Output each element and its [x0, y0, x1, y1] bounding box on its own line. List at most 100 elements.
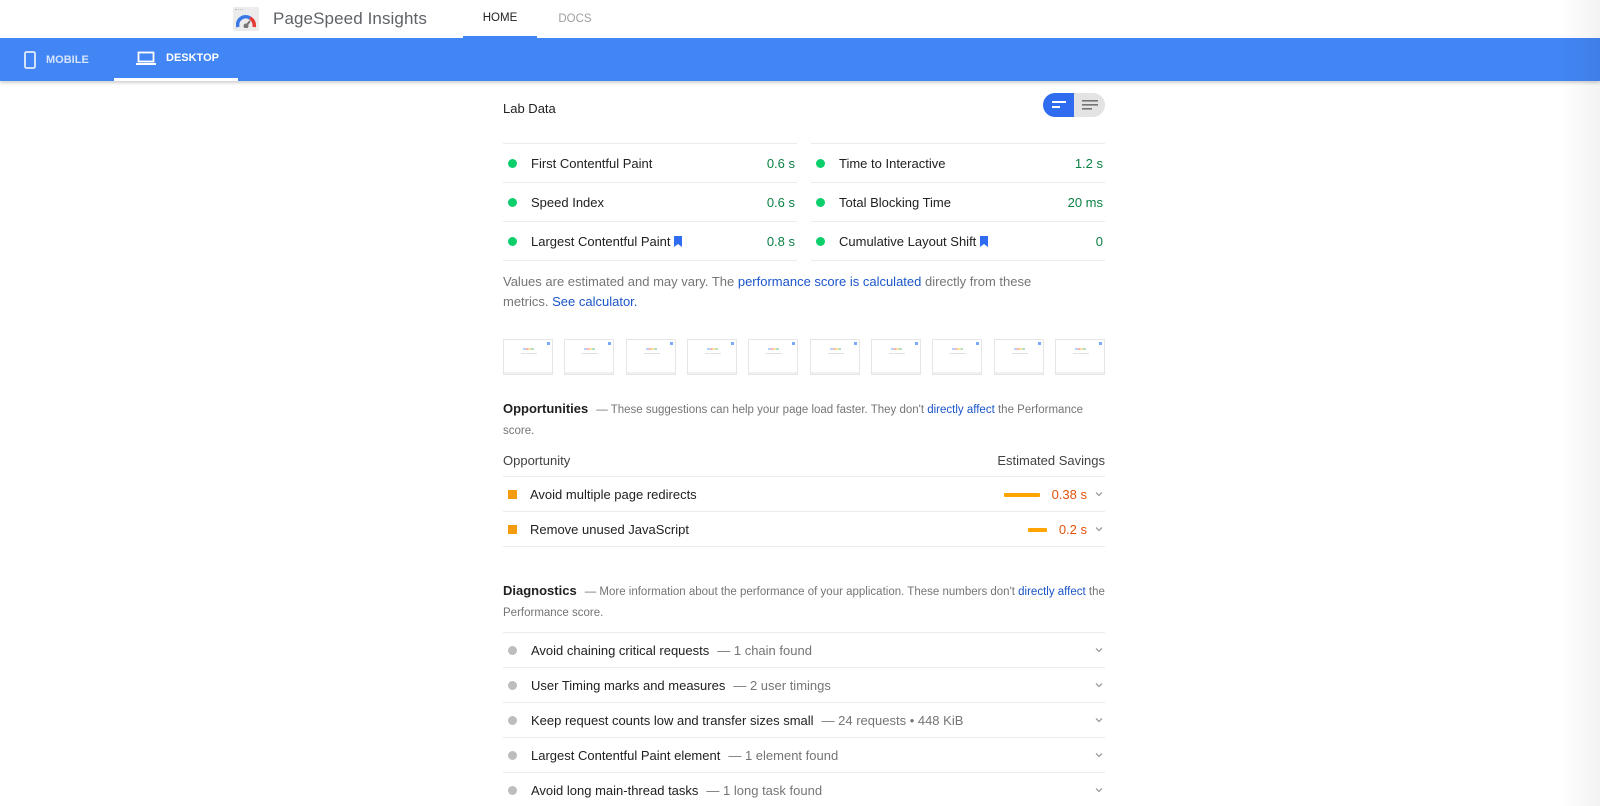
column-opportunity: Opportunity: [503, 453, 571, 468]
diagnostic-detail: — 1 element found: [728, 747, 839, 763]
chevron-down-icon[interactable]: [1094, 680, 1104, 690]
metric-row: Largest Contentful Paint 0.8 s: [503, 222, 797, 261]
diagnostic-label: Avoid chaining critical requests: [531, 642, 710, 658]
filmstrip-frame: [1054, 339, 1105, 375]
metric-label: Cumulative Layout Shift: [839, 233, 977, 249]
diagnostic-row[interactable]: Avoid chaining critical requests — 1 cha…: [503, 633, 1105, 668]
diagnostics-section: Diagnostics — More information about the …: [503, 580, 1105, 806]
metric-label: Speed Index: [531, 194, 605, 210]
pagespeed-logo-icon[interactable]: [233, 7, 259, 31]
informative-status-icon: [508, 750, 517, 760]
pass-status-icon: [508, 158, 517, 168]
bar-view-icon: [1051, 101, 1066, 108]
tab-mobile[interactable]: MOBILE: [24, 38, 114, 81]
lab-data-title: Lab Data: [503, 101, 556, 116]
metric-view-toggle[interactable]: [1043, 93, 1105, 117]
opportunity-label: Remove unused JavaScript: [530, 521, 689, 537]
savings-bar: [1004, 493, 1040, 497]
metric-value: 1.2 s: [1074, 155, 1103, 171]
nav-tab-home[interactable]: HOME: [463, 0, 537, 38]
savings-value: 0.2 s: [1058, 521, 1087, 537]
chevron-down-icon[interactable]: [1094, 785, 1104, 795]
filmstrip-frame: [564, 339, 615, 375]
average-status-icon: [508, 489, 517, 499]
pass-status-icon: [816, 236, 825, 246]
diagnostic-label: Avoid long main-thread tasks: [531, 782, 699, 798]
metric-value: 0.6 s: [766, 155, 795, 171]
chevron-down-icon[interactable]: [1094, 715, 1104, 725]
filmstrip-frame: [870, 339, 921, 375]
tab-mobile-label: MOBILE: [46, 53, 89, 66]
metric-row: Cumulative Layout Shift 0: [811, 222, 1105, 261]
metrics-disclaimer: Values are estimated and may vary. The p…: [503, 272, 1063, 312]
metric-value: 0: [1095, 233, 1103, 249]
tab-desktop[interactable]: DESKTOP: [114, 38, 238, 81]
report-content: Lab Data First Contentful Paint 0.6 s Sp…: [503, 81, 1105, 806]
diagnostics-title: Diagnostics: [503, 583, 577, 598]
informative-status-icon: [508, 715, 517, 725]
page-edge-shadow: [1560, 0, 1600, 806]
directly-affect-link[interactable]: directly affect: [927, 404, 995, 416]
filmstrip-frame: [993, 339, 1044, 375]
metric-label: Time to Interactive: [839, 155, 946, 171]
app-title: PageSpeed Insights: [273, 9, 427, 28]
nav-tab-docs[interactable]: DOCS: [545, 0, 605, 38]
score-calculation-link[interactable]: performance score is calculated: [738, 274, 922, 289]
directly-affect-link[interactable]: directly affect: [1018, 586, 1086, 598]
diagnostic-label: User Timing marks and measures: [531, 677, 726, 693]
filmstrip-frame: [809, 339, 860, 375]
metric-row: First Contentful Paint 0.6 s: [503, 144, 797, 183]
metric-value: 20 ms: [1067, 194, 1103, 210]
diagnostic-detail: — 1 long task found: [706, 782, 823, 798]
chevron-down-icon[interactable]: [1094, 489, 1104, 499]
top-header: PageSpeed Insights HOME DOCS: [0, 0, 1600, 38]
list-view-icon: [1081, 100, 1098, 110]
savings-value: 0.38 s: [1051, 486, 1087, 502]
filmstrip-frame: [503, 339, 553, 375]
metric-row: Speed Index 0.6 s: [503, 183, 797, 222]
opportunities-section: Opportunities — These suggestions can hel…: [503, 398, 1105, 547]
tab-desktop-label: DESKTOP: [166, 52, 219, 64]
chevron-down-icon[interactable]: [1094, 524, 1104, 534]
phone-icon: [24, 50, 36, 69]
metric-label: Largest Contentful Paint: [531, 233, 671, 249]
pass-status-icon: [816, 197, 825, 207]
web-vital-bookmark-icon: [674, 235, 683, 247]
opportunity-row[interactable]: Remove unused JavaScript 0.2 s: [503, 512, 1105, 547]
opportunities-column-header: Opportunity Estimated Savings: [503, 453, 1105, 477]
informative-status-icon: [508, 645, 517, 655]
diagnostic-row[interactable]: Keep request counts low and transfer siz…: [503, 703, 1105, 738]
opportunity-row[interactable]: Avoid multiple page redirects 0.38 s: [503, 477, 1105, 512]
lab-data-section: Lab Data First Contentful Paint 0.6 s Sp…: [503, 81, 1105, 376]
filmstrip-frame: [625, 339, 676, 375]
metrics-column-right: Time to Interactive 1.2 s Total Blocking…: [811, 143, 1105, 261]
laptop-icon: [136, 51, 156, 65]
opportunities-title: Opportunities: [503, 401, 589, 416]
pass-status-icon: [816, 158, 825, 168]
opportunity-label: Avoid multiple page redirects: [530, 486, 697, 502]
informative-status-icon: [508, 785, 517, 795]
bar-view-button[interactable]: [1043, 93, 1074, 117]
filmstrip: [503, 339, 1105, 376]
diagnostic-row[interactable]: Largest Contentful Paint element — 1 ele…: [503, 738, 1105, 773]
metric-value: 0.8 s: [766, 233, 795, 249]
note-text: Values are estimated and may vary. The: [503, 274, 738, 289]
opportunities-header: Opportunities — These suggestions can hel…: [503, 398, 1105, 442]
metric-label: First Contentful Paint: [531, 155, 653, 171]
diagnostics-header: Diagnostics — More information about the …: [503, 580, 1105, 624]
list-view-button[interactable]: [1074, 93, 1105, 117]
diagnostic-detail: — 1 chain found: [717, 642, 812, 658]
see-calculator-link[interactable]: See calculator.: [552, 294, 637, 309]
diagnostic-label: Largest Contentful Paint element: [531, 747, 721, 763]
diagnostic-detail: — 2 user timings: [733, 677, 831, 693]
chevron-down-icon[interactable]: [1094, 750, 1104, 760]
diagnostic-row[interactable]: Avoid long main-thread tasks — 1 long ta…: [503, 773, 1105, 806]
chevron-down-icon[interactable]: [1094, 645, 1104, 655]
metric-row: Total Blocking Time 20 ms: [811, 183, 1105, 222]
diagnostic-row[interactable]: User Timing marks and measures — 2 user …: [503, 668, 1105, 703]
pass-status-icon: [508, 197, 517, 207]
device-tab-bar: MOBILE DESKTOP: [0, 38, 1600, 81]
diagnostic-label: Keep request counts low and transfer siz…: [531, 712, 814, 728]
diagnostic-detail: — 24 requests • 448 KiB: [821, 712, 964, 728]
web-vital-bookmark-icon: [980, 235, 989, 247]
